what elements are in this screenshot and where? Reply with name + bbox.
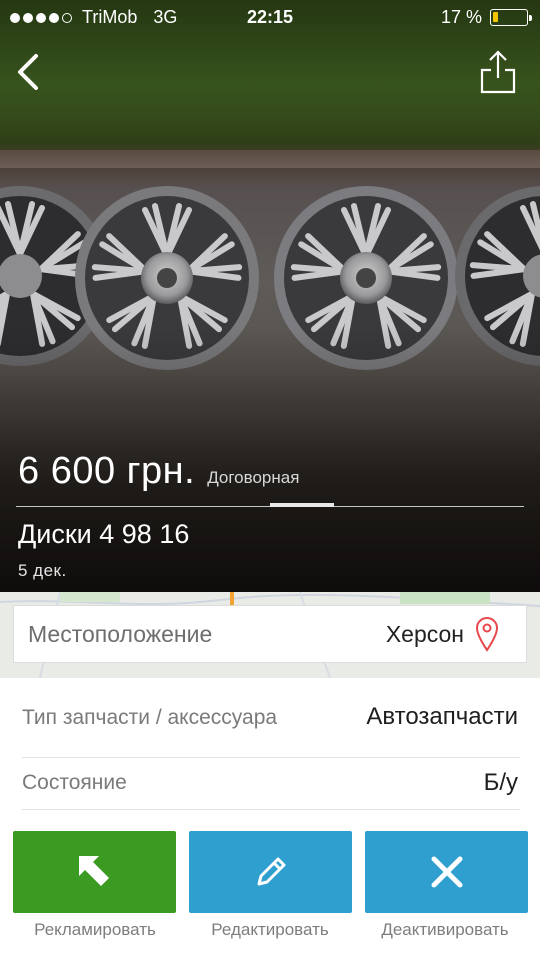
price-row: 6 600 грн. Договорная bbox=[18, 450, 299, 493]
back-button[interactable] bbox=[10, 52, 46, 92]
photo-page-indicator bbox=[270, 503, 334, 507]
edit-button[interactable] bbox=[189, 831, 352, 913]
listing-date: 5 дек. bbox=[18, 561, 67, 580]
detail-row-condition: Состояние Б/у bbox=[22, 758, 520, 810]
pencil-icon bbox=[257, 857, 285, 886]
status-right: 17 % bbox=[440, 7, 532, 28]
battery-percent: 17 % bbox=[440, 7, 482, 27]
listing-title: Диски 4 98 16 bbox=[18, 519, 190, 549]
price: 6 600 грн. bbox=[18, 450, 196, 492]
location-city: Херсон bbox=[385, 621, 464, 647]
detail-row-part-type: Тип запчасти / аксессуара Автозапчасти bbox=[22, 694, 520, 758]
share-icon bbox=[480, 50, 516, 94]
price-negotiable-label: Договорная bbox=[207, 468, 300, 487]
promote-button[interactable] bbox=[13, 831, 176, 913]
battery-fill bbox=[493, 12, 498, 22]
deactivate-button[interactable] bbox=[365, 831, 528, 913]
promote-label[interactable]: Рекламировать bbox=[7, 920, 183, 940]
detail-key: Состояние bbox=[22, 771, 127, 794]
detail-value: Б/у bbox=[483, 769, 518, 796]
detail-key: Тип запчасти / аксессуара bbox=[22, 706, 278, 729]
battery-icon bbox=[490, 9, 532, 26]
deactivate-label[interactable]: Деактивировать bbox=[357, 920, 533, 940]
chevron-left-icon bbox=[18, 54, 38, 90]
status-bar: TriMob 3G 22:15 17 % bbox=[0, 0, 540, 36]
location-label: Местоположение bbox=[28, 621, 213, 647]
arrow-up-left-icon bbox=[78, 856, 109, 886]
detail-value: Автозапчасти bbox=[366, 703, 518, 730]
close-icon bbox=[431, 856, 462, 888]
share-button[interactable] bbox=[478, 48, 518, 96]
location-row[interactable]: Местоположение Херсон bbox=[13, 605, 527, 663]
edit-label[interactable]: Редактировать bbox=[182, 920, 358, 940]
map-pin-icon bbox=[475, 617, 499, 652]
